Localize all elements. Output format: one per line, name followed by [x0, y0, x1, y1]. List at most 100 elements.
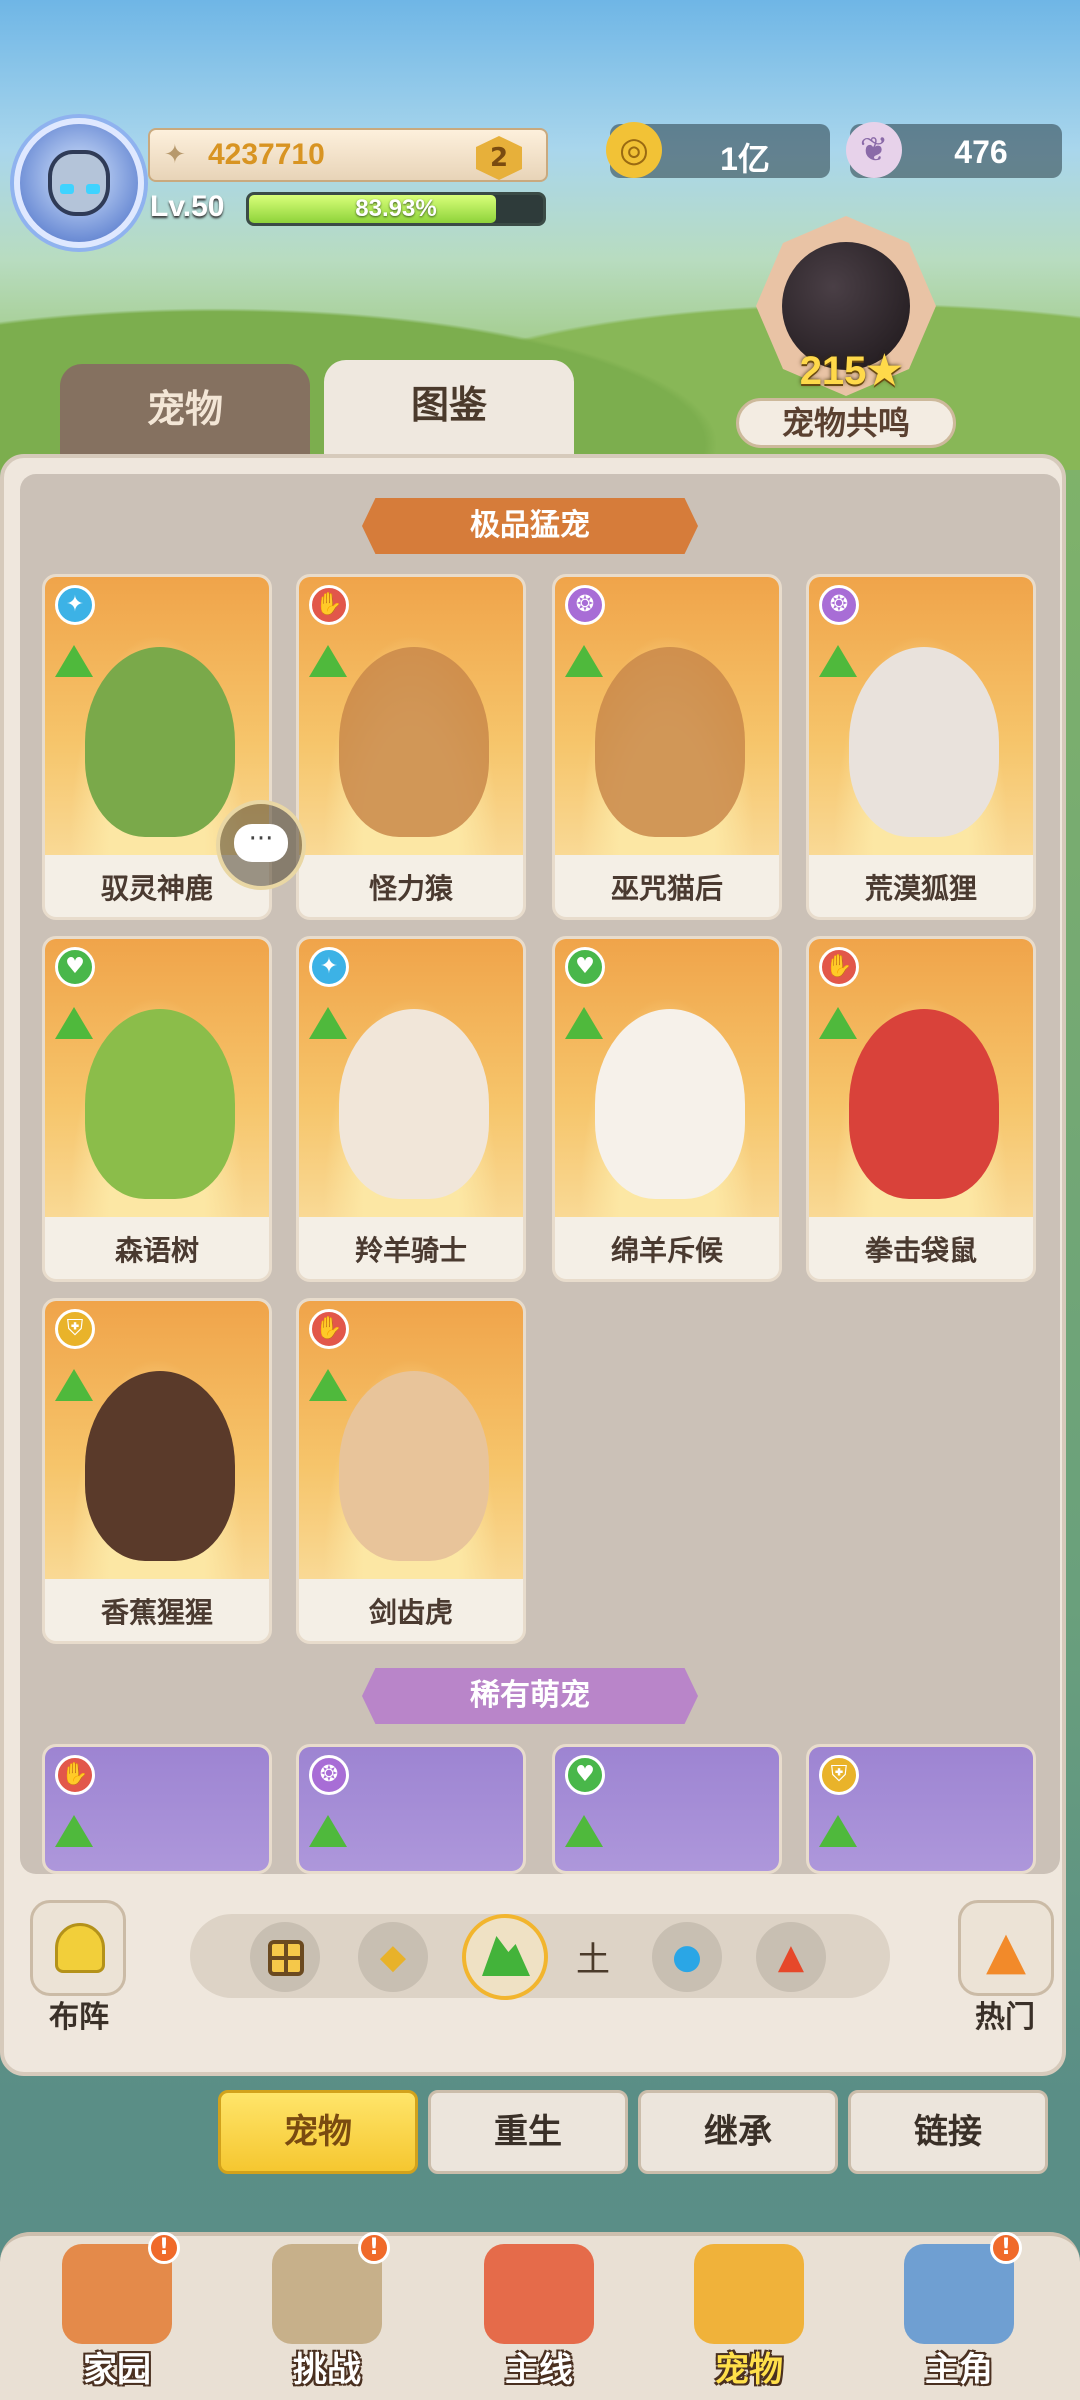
pet-name: 拳击袋鼠 [864, 1234, 977, 1267]
filter-water-button[interactable]: ● [652, 1922, 722, 1992]
element-green-icon: ♥ [565, 1755, 605, 1795]
pet-card[interactable]: ♥ 绵羊斥候 [552, 936, 782, 1282]
chat-button[interactable]: ··· [216, 800, 306, 890]
pet-name: 森语树 [114, 1234, 199, 1267]
pet-figure [85, 647, 235, 837]
filter-earth-button[interactable] [462, 1914, 548, 2000]
pet-card[interactable]: ⛨ 香蕉猩猩 [42, 1298, 272, 1644]
nav-pet-label: 宠物 [715, 2350, 783, 2390]
action-link-button[interactable]: 链接 [848, 2090, 1048, 2174]
flame-icon: ▲ [986, 1921, 1026, 1981]
action-inherit-button[interactable]: 继承 [638, 2090, 838, 2174]
tab-pet-dex[interactable]: 图鉴 [324, 360, 574, 468]
exp-percent-text: 83.93% [355, 195, 437, 222]
action-pets-button[interactable]: 宠物 [218, 2090, 418, 2174]
element-purple-icon: ❂ [565, 585, 605, 625]
pet-name: 绵羊斥候 [610, 1234, 723, 1267]
avatar-eye [86, 184, 100, 194]
pet-name: 剑齿虎 [368, 1596, 453, 1629]
section-rare-banner: 稀有萌宠 [362, 1668, 698, 1724]
avatar-face [48, 150, 110, 216]
pet-nav-icon [694, 2244, 804, 2344]
pet-card[interactable]: ❂ 荒漠狐狸 [806, 574, 1036, 920]
formation-label: 布阵 [49, 2000, 109, 2035]
exp-progress-bar: 83.93% [246, 192, 546, 226]
chat-bubble-icon: ··· [234, 824, 288, 862]
pet-figure [595, 647, 745, 837]
mountain-icon [482, 1936, 530, 1976]
pet-card[interactable]: ⛨ [806, 1744, 1036, 1874]
fire-icon: ▲ [777, 1937, 805, 1977]
nav-pet[interactable]: 宠物 [654, 2238, 844, 2398]
pet-card[interactable]: ✋ 剑齿虎 [296, 1298, 526, 1644]
element-green-icon: ♥ [565, 947, 605, 987]
pet-figure [849, 1009, 999, 1199]
element-red-icon: ✋ [55, 1755, 95, 1795]
alert-badge: ! [990, 2232, 1022, 2264]
pet-figure [85, 1009, 235, 1199]
filter-rock-button[interactable]: ◆ [358, 1922, 428, 1992]
gold-value: 1亿 [720, 141, 770, 177]
pet-figure [849, 647, 999, 837]
filter-all-button[interactable] [250, 1922, 320, 1992]
shell-currency[interactable]: ❦ 476 [846, 122, 1062, 178]
pet-card[interactable]: ❂ 巫咒猫后 [552, 574, 782, 920]
pet-name: 怪力猿 [368, 872, 453, 905]
formation-button[interactable] [30, 1900, 126, 1996]
shell-icon: ❦ [846, 122, 902, 178]
combat-power-value: 4237710 [208, 138, 325, 171]
gold-currency[interactable]: ◎ 1亿 [606, 122, 830, 178]
action-rebirth-button[interactable]: 重生 [428, 2090, 628, 2174]
pet-figure [339, 647, 489, 837]
pet-figure [85, 1371, 235, 1561]
element-purple-icon: ❂ [819, 585, 859, 625]
pet-figure [595, 1009, 745, 1199]
element-red-icon: ✋ [309, 1309, 349, 1349]
pet-name: 香蕉猩猩 [100, 1596, 213, 1629]
nav-hero[interactable]: ! 主角 [864, 2232, 1054, 2398]
nav-main-quest[interactable]: 主线 [444, 2238, 634, 2398]
rank-badge[interactable]: 2 [476, 136, 522, 180]
nav-challenge-label: 挑战 [293, 2350, 361, 2390]
section-epic-banner: 极品猛宠 [362, 498, 698, 554]
element-red-icon: ✋ [309, 585, 349, 625]
gold-coin-icon: ◎ [606, 122, 662, 178]
combat-power-bar: ✦ 4237710 2 [148, 128, 548, 182]
resonance-label: 宠物共鸣 [736, 398, 956, 448]
element-purple-icon: ❂ [309, 1755, 349, 1795]
pet-figure [339, 1009, 489, 1199]
pet-card[interactable]: ❂ [296, 1744, 526, 1874]
pet-figure [339, 1371, 489, 1561]
shell-value: 476 [954, 134, 1008, 170]
pet-card[interactable]: ♥ [552, 1744, 782, 1874]
rock-icon: ◆ [379, 1937, 407, 1977]
player-level: Lv.50 [150, 190, 225, 223]
element-gold-icon: ⛨ [55, 1309, 95, 1349]
resonance-stars: 215★ [799, 349, 903, 393]
pet-name: 巫咒猫后 [610, 872, 723, 905]
element-gold-icon: ⛨ [819, 1755, 859, 1795]
earth-filter-label: 土 [576, 1940, 610, 1980]
pet-card[interactable]: ✦ 羚羊骑士 [296, 936, 526, 1282]
pet-card[interactable]: ✋ [42, 1744, 272, 1874]
pet-card[interactable]: ✋ 拳击袋鼠 [806, 936, 1036, 1282]
nav-main-label: 主线 [505, 2350, 573, 2390]
water-drop-icon: ● [672, 1937, 702, 1977]
pet-card[interactable]: ✋ 怪力猿 [296, 574, 526, 920]
pet-name: 荒漠狐狸 [864, 872, 977, 905]
star-icon: ★ [866, 349, 903, 393]
wings-icon: ✦ [164, 140, 186, 170]
pet-resonance-button[interactable]: 215★ 宠物共鸣 [736, 216, 956, 456]
pet-card[interactable]: ♥ 森语树 [42, 936, 272, 1282]
nav-home-label: 家园 [83, 2350, 151, 2390]
element-green-icon: ♥ [55, 947, 95, 987]
element-blue-icon: ✦ [309, 947, 349, 987]
tab-pets[interactable]: 宠物 [60, 364, 310, 464]
hot-label: 热门 [975, 2000, 1035, 2035]
filter-fire-button[interactable]: ▲ [756, 1922, 826, 1992]
player-avatar[interactable] [14, 118, 144, 248]
hot-button[interactable]: ▲ [958, 1900, 1054, 1996]
nav-home[interactable]: ! 家园 [22, 2232, 212, 2398]
team-icon [55, 1923, 105, 1973]
nav-challenge[interactable]: ! 挑战 [232, 2232, 422, 2398]
